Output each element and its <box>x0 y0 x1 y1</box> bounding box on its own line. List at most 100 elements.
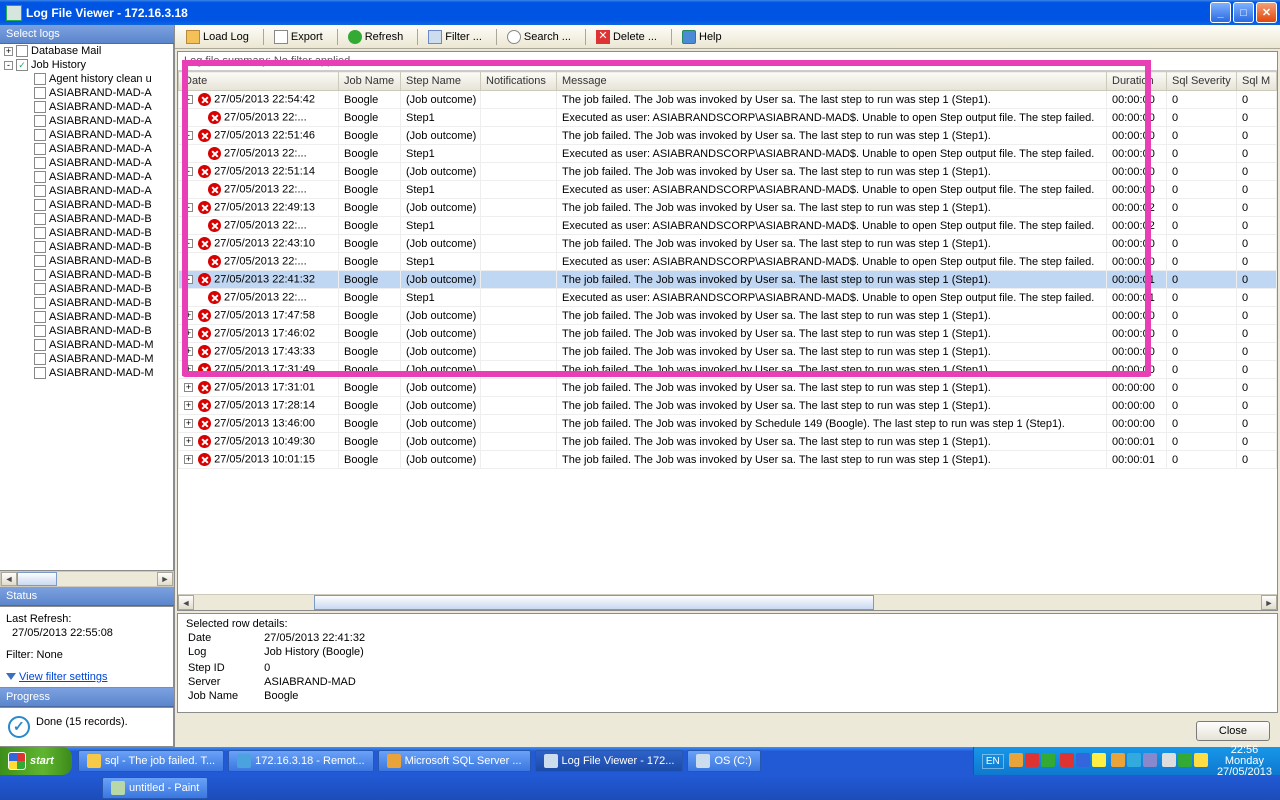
table-row[interactable]: + 27/05/2013 17:31:01Boogle(Job outcome)… <box>179 379 1277 397</box>
expand-icon[interactable]: + <box>184 455 193 464</box>
checkbox[interactable]: ✓ <box>16 59 28 71</box>
tree-item[interactable]: ASIABRAND-MAD-A <box>0 170 173 184</box>
taskbar-item[interactable]: OS (C:) <box>687 750 760 772</box>
checkbox[interactable] <box>34 185 46 197</box>
checkbox[interactable] <box>34 311 46 323</box>
checkbox[interactable] <box>34 339 46 351</box>
tree-item[interactable]: ASIABRAND-MAD-A <box>0 114 173 128</box>
checkbox[interactable] <box>34 129 46 141</box>
tree-item[interactable]: ASIABRAND-MAD-B <box>0 212 173 226</box>
log-grid[interactable]: DateJob NameStep NameNotificationsMessag… <box>178 71 1277 469</box>
column-header[interactable]: Duration <box>1107 72 1167 91</box>
logs-tree[interactable]: +Database Mail-✓Job HistoryAgent history… <box>0 44 174 571</box>
table-row[interactable]: + 27/05/2013 17:43:33Boogle(Job outcome)… <box>179 343 1277 361</box>
table-row[interactable]: + 27/05/2013 17:31:49Boogle(Job outcome)… <box>179 361 1277 379</box>
table-row[interactable]: + 27/05/2013 17:46:02Boogle(Job outcome)… <box>179 325 1277 343</box>
tree-item[interactable]: ASIABRAND-MAD-B <box>0 226 173 240</box>
table-row[interactable]: - 27/05/2013 22:49:13Boogle(Job outcome)… <box>179 199 1277 217</box>
expand-icon[interactable]: - <box>184 203 193 212</box>
taskbar-item[interactable]: 172.16.3.18 - Remot... <box>228 750 373 772</box>
checkbox[interactable] <box>16 45 28 57</box>
checkbox[interactable] <box>34 101 46 113</box>
expand-icon[interactable]: + <box>184 365 193 374</box>
view-filter-link[interactable]: View filter settings <box>6 671 107 683</box>
expand-icon[interactable]: + <box>184 401 193 410</box>
delete-button[interactable]: ✕Delete ... <box>589 27 664 47</box>
checkbox[interactable] <box>34 297 46 309</box>
checkbox[interactable] <box>34 143 46 155</box>
tree-item[interactable]: ASIABRAND-MAD-B <box>0 254 173 268</box>
checkbox[interactable] <box>34 269 46 281</box>
taskbar-item[interactable]: sql - The job failed. T... <box>78 750 224 772</box>
checkbox[interactable] <box>34 213 46 225</box>
tree-item[interactable]: ASIABRAND-MAD-B <box>0 310 173 324</box>
tree-item[interactable]: ASIABRAND-MAD-A <box>0 100 173 114</box>
taskbar-item[interactable]: Log File Viewer - 172... <box>535 750 684 772</box>
table-row[interactable]: + 27/05/2013 10:01:15Boogle(Job outcome)… <box>179 451 1277 469</box>
windows-taskbar[interactable]: start sql - The job failed. T...172.16.3… <box>0 747 1280 800</box>
system-tray[interactable]: EN 22:56Monday27/05/2013 <box>973 747 1280 775</box>
expand-icon[interactable]: + <box>184 347 193 356</box>
tree-item[interactable]: ASIABRAND-MAD-A <box>0 128 173 142</box>
checkbox[interactable] <box>34 255 46 267</box>
table-row[interactable]: - 27/05/2013 22:41:32Boogle(Job outcome)… <box>179 271 1277 289</box>
expand-icon[interactable]: + <box>184 311 193 320</box>
load-log-button[interactable]: Load Log <box>179 27 256 47</box>
column-header[interactable]: Date <box>179 72 339 91</box>
table-row[interactable]: - 27/05/2013 22:51:46Boogle(Job outcome)… <box>179 127 1277 145</box>
checkbox[interactable] <box>34 325 46 337</box>
table-row[interactable]: + 27/05/2013 10:49:30Boogle(Job outcome)… <box>179 433 1277 451</box>
table-row[interactable]: + 27/05/2013 17:47:58Boogle(Job outcome)… <box>179 307 1277 325</box>
tree-item[interactable]: Agent history clean u <box>0 72 173 86</box>
tree-item[interactable]: ASIABRAND-MAD-A <box>0 142 173 156</box>
tree-item[interactable]: ASIABRAND-MAD-M <box>0 352 173 366</box>
tree-item[interactable]: ASIABRAND-MAD-M <box>0 338 173 352</box>
column-header[interactable]: Message <box>557 72 1107 91</box>
checkbox[interactable] <box>34 353 46 365</box>
tray-icons[interactable] <box>1008 753 1209 770</box>
start-button[interactable]: start <box>0 747 72 775</box>
tree-item[interactable]: ASIABRAND-MAD-A <box>0 184 173 198</box>
table-row[interactable]: 27/05/2013 22:...BoogleStep1Executed as … <box>179 289 1277 307</box>
expand-icon[interactable]: + <box>184 383 193 392</box>
maximize-button[interactable]: □ <box>1233 2 1254 23</box>
column-header[interactable]: Step Name <box>401 72 481 91</box>
table-row[interactable]: - 27/05/2013 22:43:10Boogle(Job outcome)… <box>179 235 1277 253</box>
table-row[interactable]: 27/05/2013 22:...BoogleStep1Executed as … <box>179 217 1277 235</box>
tree-item[interactable]: -✓Job History <box>0 58 173 72</box>
table-row[interactable]: + 27/05/2013 13:46:00Boogle(Job outcome)… <box>179 415 1277 433</box>
expand-icon[interactable]: + <box>184 419 193 428</box>
table-row[interactable]: - 27/05/2013 22:54:42Boogle(Job outcome)… <box>179 91 1277 109</box>
table-row[interactable]: 27/05/2013 22:...BoogleStep1Executed as … <box>179 145 1277 163</box>
table-row[interactable]: 27/05/2013 22:...BoogleStep1Executed as … <box>179 181 1277 199</box>
table-row[interactable]: 27/05/2013 22:...BoogleStep1Executed as … <box>179 253 1277 271</box>
tree-item[interactable]: ASIABRAND-MAD-A <box>0 156 173 170</box>
expand-icon[interactable]: - <box>184 239 193 248</box>
export-button[interactable]: Export <box>267 27 330 47</box>
table-row[interactable]: 27/05/2013 22:...BoogleStep1Executed as … <box>179 109 1277 127</box>
language-indicator[interactable]: EN <box>982 754 1004 769</box>
expand-icon[interactable]: + <box>184 329 193 338</box>
expand-icon[interactable]: - <box>184 275 193 284</box>
tree-item[interactable]: +Database Mail <box>0 44 173 58</box>
column-header[interactable]: Notifications <box>481 72 557 91</box>
tree-item[interactable]: ASIABRAND-MAD-B <box>0 324 173 338</box>
column-header[interactable]: Job Name <box>339 72 401 91</box>
checkbox[interactable] <box>34 115 46 127</box>
tree-item[interactable]: ASIABRAND-MAD-M <box>0 366 173 380</box>
expand-icon[interactable]: - <box>184 167 193 176</box>
checkbox[interactable] <box>34 73 46 85</box>
expand-icon[interactable]: + <box>184 437 193 446</box>
tree-hscrollbar[interactable]: ◄► <box>0 571 174 587</box>
close-dialog-button[interactable]: Close <box>1196 721 1270 741</box>
checkbox[interactable] <box>34 87 46 99</box>
tree-item[interactable]: ASIABRAND-MAD-B <box>0 240 173 254</box>
checkbox[interactable] <box>34 227 46 239</box>
table-row[interactable]: - 27/05/2013 22:51:14Boogle(Job outcome)… <box>179 163 1277 181</box>
search-button[interactable]: Search ... <box>500 27 578 47</box>
tree-item[interactable]: ASIABRAND-MAD-B <box>0 268 173 282</box>
column-header[interactable]: Sql M <box>1237 72 1277 91</box>
tree-item[interactable]: ASIABRAND-MAD-B <box>0 282 173 296</box>
column-header[interactable]: Sql Severity <box>1167 72 1237 91</box>
help-button[interactable]: Help <box>675 27 729 47</box>
